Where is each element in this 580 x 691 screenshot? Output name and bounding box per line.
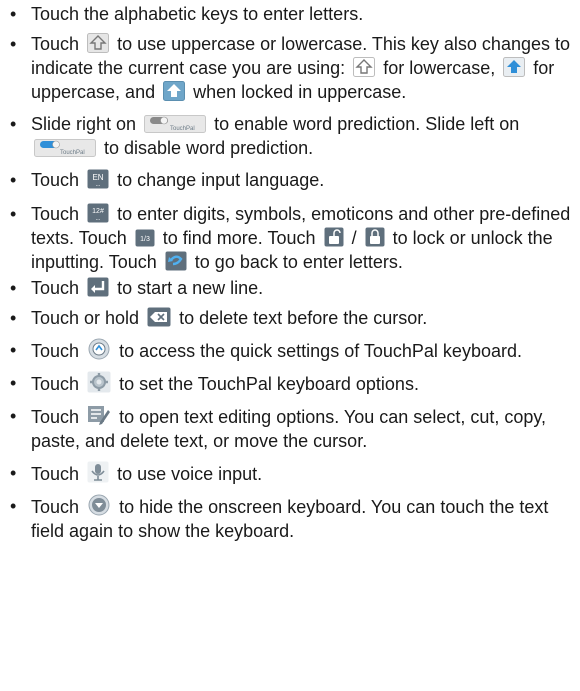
item-text: Touch	[31, 278, 80, 298]
list-item: • Touch to set the TouchPal keyboard opt…	[0, 371, 580, 396]
item-text: Slide right on	[31, 114, 137, 134]
item-text: Touch or hold	[31, 308, 140, 328]
gear-icon	[87, 371, 111, 393]
svg-text:...: ...	[96, 182, 101, 188]
item-text: to enable word prediction. Slide left on	[214, 114, 520, 134]
item-text: Touch	[31, 170, 80, 190]
list-item: • Slide right on TouchPal to enable word…	[0, 112, 580, 160]
bullet: •	[10, 308, 17, 328]
item-text: Touch	[31, 341, 80, 361]
list-item: • Touch or hold to delete text before th…	[0, 306, 580, 330]
back-icon	[165, 251, 187, 271]
list-item: • Touch to use voice input.	[0, 461, 580, 486]
hide-keyboard-icon	[87, 494, 111, 516]
item-text: to go back to enter letters.	[194, 252, 403, 272]
bullet: •	[10, 278, 17, 298]
item-text: /	[351, 228, 357, 248]
item-text: to use voice input.	[117, 464, 263, 484]
delete-key-icon	[147, 307, 171, 327]
item-text: to start a new line.	[117, 278, 264, 298]
item-text: to set the TouchPal keyboard options.	[119, 374, 419, 394]
svg-text:12#: 12#	[92, 208, 104, 215]
list-item: • Touch the alphabetic keys to enter let…	[0, 2, 580, 26]
bullet: •	[10, 463, 17, 483]
item-text: Touch	[31, 34, 80, 54]
unlock-icon	[324, 227, 344, 247]
item-text: Touch	[31, 407, 80, 427]
symbols-key-icon: 12#...	[87, 203, 109, 223]
language-key-icon: EN...	[87, 169, 109, 189]
svg-text:TouchPal: TouchPal	[60, 150, 85, 156]
bullet: •	[10, 34, 17, 54]
instruction-list: • Touch the alphabetic keys to enter let…	[0, 0, 580, 543]
item-text: Touch	[31, 374, 80, 394]
item-text: Touch	[31, 464, 80, 484]
shift-lowercase-icon	[353, 57, 376, 77]
svg-text:1/3: 1/3	[140, 236, 150, 243]
lock-icon	[365, 227, 385, 247]
list-item: • Touch to access the quick settings of …	[0, 338, 580, 363]
item-text: to find more. Touch	[162, 228, 316, 248]
bullet: •	[10, 114, 17, 134]
svg-text:EN: EN	[93, 173, 104, 182]
shift-key-icon	[87, 33, 110, 53]
enter-key-icon	[87, 277, 109, 297]
item-text: Touch	[31, 497, 80, 517]
bullet: •	[10, 170, 17, 190]
microphone-icon	[87, 461, 109, 483]
list-item: • Touch to hide the onscreen keyboard. Y…	[0, 494, 580, 543]
list-item: • Touch to start a new line.	[0, 276, 580, 300]
item-text: when locked in uppercase.	[193, 82, 407, 102]
prediction-on-toggle-icon: TouchPal	[34, 139, 96, 157]
svg-text:TouchPal: TouchPal	[170, 126, 195, 132]
item-text: for lowercase,	[383, 58, 496, 78]
shift-locked-icon	[163, 81, 186, 101]
item-text: to access the quick settings of TouchPal…	[119, 341, 522, 361]
item-text: to disable word prediction.	[104, 138, 314, 158]
bullet: •	[10, 406, 17, 426]
page-key-icon: 1/3	[135, 229, 155, 247]
shift-uppercase-icon	[503, 57, 526, 77]
list-item: • Touch to use uppercase or lowercase. T…	[0, 32, 580, 104]
bullet: •	[10, 373, 17, 393]
list-item: • Touch 12#... to enter digits, symbols,…	[0, 202, 580, 274]
bullet: •	[10, 496, 17, 516]
list-item: • Touch to open text editing options. Yo…	[0, 404, 580, 453]
svg-text:...: ...	[96, 216, 101, 222]
item-text: Touch	[31, 204, 80, 224]
text-edit-icon	[87, 404, 111, 426]
bullet: •	[10, 204, 17, 224]
item-text: Touch the alphabetic keys to enter lette…	[31, 4, 364, 24]
quick-settings-icon	[87, 338, 111, 360]
bullet: •	[10, 340, 17, 360]
item-text: to delete text before the cursor.	[179, 308, 428, 328]
list-item: • Touch EN... to change input language.	[0, 168, 580, 192]
bullet: •	[10, 4, 17, 24]
prediction-off-toggle-icon: TouchPal	[144, 115, 207, 133]
item-text: to change input language.	[117, 170, 325, 190]
